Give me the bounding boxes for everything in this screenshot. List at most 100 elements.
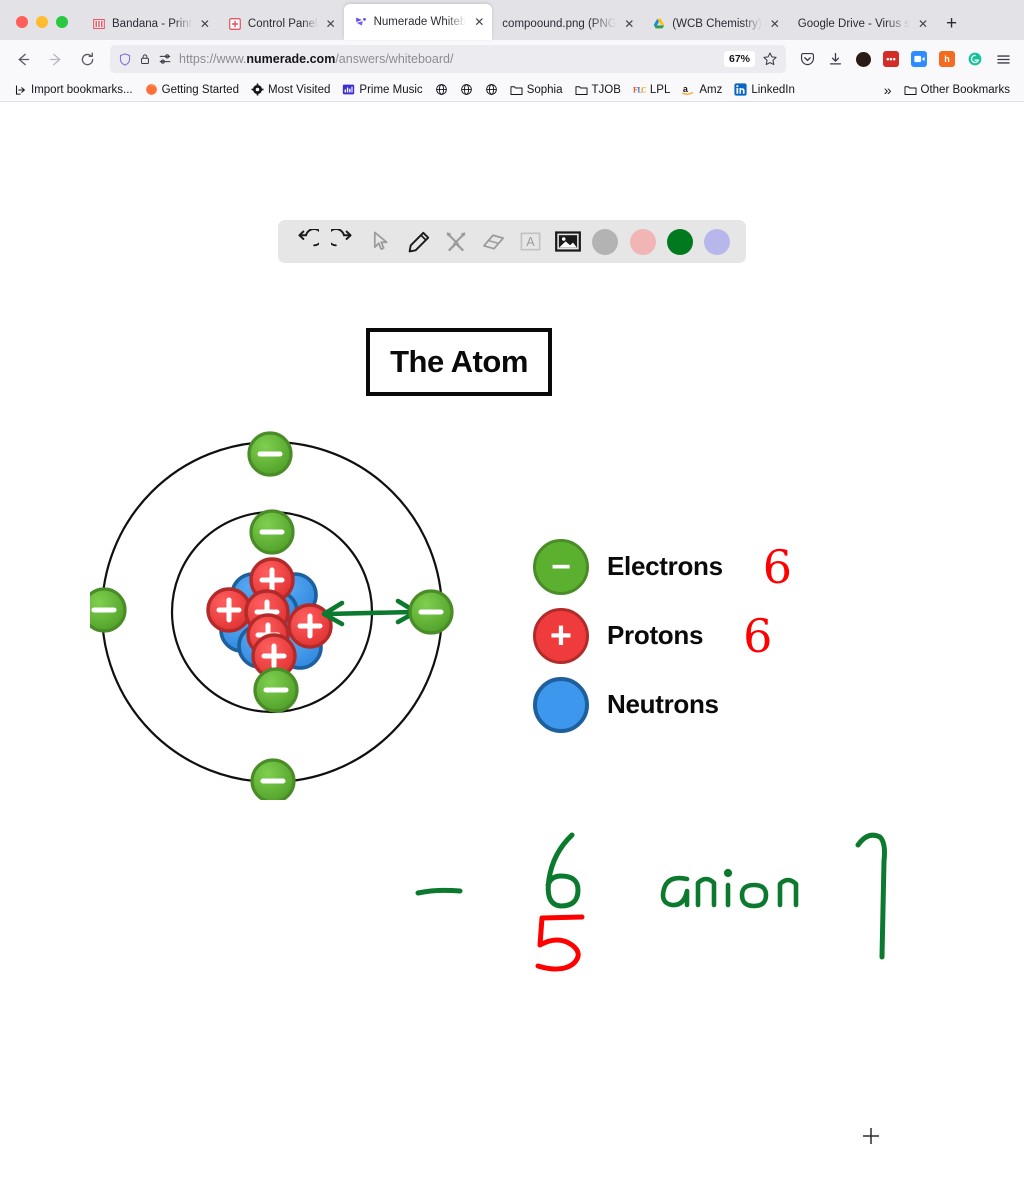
- tab-bandana-print[interactable]: Bandana - Print ✕: [82, 7, 218, 40]
- undo-button[interactable]: [288, 223, 325, 261]
- other-bookmarks-folder[interactable]: Other Bookmarks: [898, 81, 1016, 98]
- bookmark-label: LinkedIn: [751, 83, 795, 96]
- browser-window: Bandana - Print ✕ Control Panel ✕ Numera…: [0, 0, 1024, 102]
- bookmark-amz[interactable]: a Amz: [676, 81, 728, 98]
- bookmark-folder-sophia[interactable]: Sophia: [504, 81, 569, 98]
- tab-numerade-whiteboard[interactable]: Numerade Whiteb ✕: [343, 4, 493, 40]
- forward-button[interactable]: [40, 45, 70, 73]
- color-gray-button[interactable]: [587, 223, 624, 261]
- bookmark-lpl[interactable]: F L C LPL: [627, 81, 676, 98]
- outer-shell-electron-top: [247, 431, 293, 477]
- pocket-icon: [800, 52, 814, 65]
- tab-label: Bandana - Print: [112, 17, 192, 30]
- firefox-icon: [145, 83, 158, 96]
- folder-icon: [904, 83, 917, 96]
- color-swatch-purple: [704, 228, 731, 255]
- zoom-icon: [911, 51, 927, 67]
- outer-shell-electron-bottom: [250, 758, 296, 804]
- folder-icon: [574, 83, 588, 96]
- tab-close-button[interactable]: ✕: [472, 16, 486, 28]
- bookmarks-overflow-button[interactable]: »: [878, 80, 898, 100]
- prime-music-icon: [342, 83, 355, 96]
- tab-compoound-png[interactable]: compoound.png (PNG ✕: [492, 7, 642, 40]
- color-swatch-pink: [629, 228, 656, 255]
- whiteboard-canvas[interactable]: A The Atom − Electrons 6 + Protons 6 Neu…: [0, 102, 1024, 1198]
- reload-button[interactable]: [72, 45, 102, 73]
- eraser-tool-button[interactable]: [475, 223, 512, 261]
- shield-icon[interactable]: [118, 52, 132, 67]
- tab-close-button[interactable]: ✕: [768, 18, 782, 30]
- new-tab-button[interactable]: +: [936, 14, 967, 40]
- ink-five: [535, 914, 585, 972]
- bookmark-linkedin[interactable]: LinkedIn: [728, 81, 800, 98]
- color-pink-button[interactable]: [624, 223, 661, 261]
- minimize-window-button[interactable]: [36, 16, 48, 28]
- back-button[interactable]: [8, 45, 38, 73]
- permissions-icon[interactable]: [158, 52, 172, 66]
- tab-label: Numerade Whiteb: [373, 16, 467, 28]
- proton: [206, 587, 252, 633]
- radius-arrow: [321, 598, 419, 627]
- legend-label-neutrons: Neutrons: [607, 689, 719, 719]
- tab-close-button[interactable]: ✕: [198, 18, 212, 30]
- tab-label: (WCB Chemistry): [672, 17, 762, 30]
- bookmark-label: Most Visited: [267, 83, 331, 96]
- lastpass-button[interactable]: •••: [878, 46, 904, 72]
- redo-icon: [331, 229, 353, 247]
- import-icon: [14, 83, 27, 96]
- svg-text:C: C: [641, 85, 646, 94]
- nucleus: [206, 557, 333, 679]
- crosshair-cursor: [862, 1127, 880, 1145]
- bookmark-label: Sophia: [526, 83, 563, 96]
- star-icon[interactable]: [762, 51, 778, 67]
- maximize-window-button[interactable]: [56, 16, 68, 28]
- zoom-level-badge[interactable]: 67%: [723, 51, 755, 67]
- tab-close-button[interactable]: ✕: [622, 18, 636, 30]
- zoom-button[interactable]: [906, 46, 932, 72]
- tab-close-button[interactable]: ✕: [324, 18, 338, 30]
- tab-label: Google Drive - Virus s: [797, 17, 911, 30]
- pencil-tool-button[interactable]: [400, 223, 437, 261]
- chevron-double-right-icon: »: [883, 81, 892, 98]
- close-window-button[interactable]: [16, 16, 28, 28]
- downloads-button[interactable]: [822, 46, 848, 72]
- legend-label-electrons: Electrons: [607, 551, 723, 581]
- app-menu-button[interactable]: [990, 46, 1016, 72]
- bookmark-most-visited[interactable]: Most Visited: [245, 81, 336, 98]
- ink-dash: [415, 887, 463, 896]
- back-arrow-icon: [18, 53, 29, 65]
- account-avatar[interactable]: [850, 46, 876, 72]
- bookmark-folder-tjob[interactable]: TJOB: [569, 81, 627, 98]
- tab-close-button[interactable]: ✕: [916, 18, 930, 30]
- bookmark-globe-2[interactable]: [454, 81, 479, 98]
- address-bar[interactable]: https://www.numerade.com/answers/whitebo…: [110, 45, 786, 73]
- tab-wcb-chemistry[interactable]: (WCB Chemistry) ✕: [642, 7, 787, 40]
- color-swatch-green: [666, 228, 693, 255]
- honey-button[interactable]: h: [934, 46, 960, 72]
- amazon-icon: a: [682, 83, 695, 96]
- linkedin-icon: [734, 83, 747, 96]
- text-tool-button[interactable]: A: [512, 223, 549, 261]
- legend-label-protons: Protons: [607, 620, 704, 650]
- pocket-button[interactable]: [794, 46, 820, 72]
- bookmark-prime-music[interactable]: Prime Music: [336, 81, 428, 98]
- image-tool-button[interactable]: [549, 223, 586, 261]
- numerade-icon: [355, 17, 366, 26]
- tab-control-panel[interactable]: Control Panel ✕: [218, 7, 344, 40]
- select-tool-button[interactable]: [363, 223, 400, 261]
- color-purple-button[interactable]: [699, 223, 736, 261]
- bookmark-globe-1[interactable]: [429, 81, 454, 98]
- control-panel-icon: [229, 17, 241, 30]
- tab-google-drive-virus[interactable]: Google Drive - Virus s ✕: [788, 7, 936, 40]
- grammarly-button[interactable]: [962, 46, 988, 72]
- bookmark-globe-3[interactable]: [479, 81, 504, 98]
- crosshair-icon: [863, 1128, 879, 1144]
- color-green-button[interactable]: [661, 223, 698, 261]
- bookmark-import-bookmarks[interactable]: Import bookmarks...: [8, 81, 139, 98]
- redo-button[interactable]: [325, 223, 362, 261]
- lock-icon[interactable]: [139, 52, 151, 66]
- ink-anion: [660, 868, 799, 909]
- shapes-tool-button[interactable]: [437, 223, 474, 261]
- proton-symbol-icon: +: [533, 607, 589, 664]
- bookmark-getting-started[interactable]: Getting Started: [139, 81, 245, 98]
